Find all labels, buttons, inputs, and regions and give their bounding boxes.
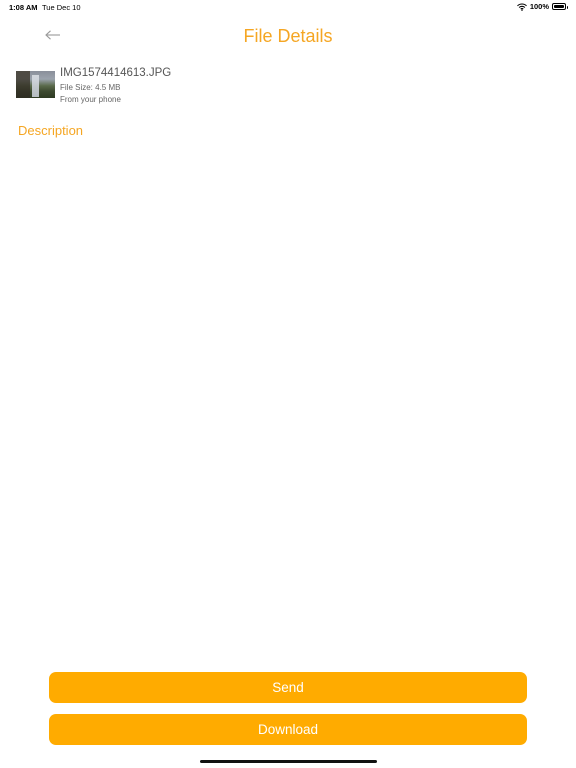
file-thumbnail <box>16 71 55 98</box>
status-time: 1:08 AM <box>9 3 38 12</box>
battery-percentage: 100% <box>529 2 549 11</box>
file-details-screen: 1:08 AM Tue Dec 10 100% File Details IMG… <box>0 0 576 768</box>
battery-tip <box>566 5 568 9</box>
description-input[interactable] <box>18 146 558 646</box>
wifi-icon <box>516 3 527 11</box>
battery-icon <box>552 3 568 10</box>
status-bar: 1:08 AM Tue Dec 10 100% <box>0 0 576 14</box>
file-source: From your phone <box>60 95 121 104</box>
file-size: File Size: 4.5 MB <box>60 83 121 92</box>
status-indicators: 100% <box>516 2 568 11</box>
page-title: File Details <box>243 26 333 46</box>
file-text: IMG1574414613.JPG File Size: 4.5 MB From… <box>60 66 171 106</box>
status-date: Tue Dec 10 <box>42 3 81 12</box>
send-button[interactable]: Send <box>49 672 527 703</box>
header: File Details <box>0 22 576 52</box>
battery-fill <box>554 5 564 8</box>
description-label: Description <box>18 123 84 138</box>
home-indicator <box>200 760 377 763</box>
file-name: IMG1574414613.JPG <box>60 67 172 79</box>
download-button[interactable]: Download <box>49 714 527 745</box>
file-info: IMG1574414613.JPG File Size: 4.5 MB From… <box>16 66 171 106</box>
